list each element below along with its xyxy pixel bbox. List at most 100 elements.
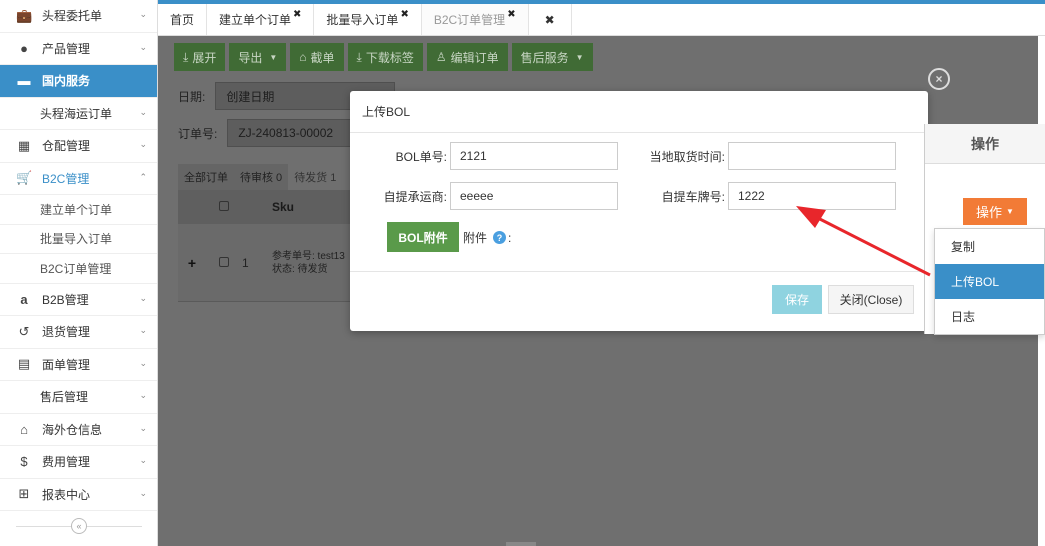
pickup-time-row: 当地取货时间: xyxy=(628,142,896,170)
dialog-title: 上传BOL xyxy=(350,91,928,133)
grid-icon: ▦ xyxy=(17,137,31,153)
carrier-input[interactable]: eeeee xyxy=(450,182,618,210)
sidebar-item-label: 面单管理 xyxy=(42,357,91,372)
tab-create-order[interactable]: 建立单个订单 ✖ xyxy=(207,4,315,35)
pickup-time-input[interactable] xyxy=(728,142,896,170)
sidebar-item-products[interactable]: ● 产品管理 ⌄ xyxy=(0,33,157,65)
plate-label: 自提车牌号: xyxy=(661,189,725,204)
briefcase-icon: 💼 xyxy=(16,7,33,23)
bol-number-label: BOL单号: xyxy=(395,149,447,164)
caret-down-icon: ▼ xyxy=(1006,207,1014,216)
sidebar-item-label: 国内服务 xyxy=(42,74,91,89)
tab-label: 批量导入订单 xyxy=(326,13,399,27)
download-label-button[interactable]: ⤓ 下载标签 xyxy=(347,43,423,71)
sidebar: 💼 头程委托单 ⌄ ● 产品管理 ⌄ ▬ 国内服务 头程海运订单 ⌄ ▦ 仓配管理 ⌄ 🛒 B2C… xyxy=(0,0,158,546)
operation-menu: 复制 上传BOL 日志 xyxy=(934,228,1045,335)
close-icon: ✖ xyxy=(544,12,555,27)
tab-bulk-import[interactable]: 批量导入订单 ✖ xyxy=(314,4,422,35)
attachment-colon: : xyxy=(508,230,512,245)
sidebar-subitem-create-order[interactable]: 建立单个订单 xyxy=(0,195,157,225)
row-index: 1 xyxy=(242,255,249,270)
select-all-checkbox[interactable] xyxy=(219,201,229,211)
button-label: 导出 xyxy=(238,50,263,65)
sidebar-subitem-b2c-orders[interactable]: B2C订单管理 xyxy=(0,254,157,284)
sidebar-item-warehouse[interactable]: ▦ 仓配管理 ⌄ xyxy=(0,130,157,163)
sidebar-item-label: 费用管理 xyxy=(42,455,91,470)
tab-pending-review[interactable]: 待审核 0 xyxy=(234,164,288,190)
dialog-footer-divider xyxy=(350,271,928,272)
button-label: 下载标签 xyxy=(365,50,414,65)
menu-item-upload-bol[interactable]: 上传BOL xyxy=(935,264,1044,299)
status-tabs: 全部订单 待审核 0 待发货 1 xyxy=(178,164,343,190)
tab-home[interactable]: 首页 xyxy=(158,4,208,35)
folder-icon: ▬ xyxy=(17,73,31,89)
caret-down-icon: ▼ xyxy=(575,52,584,62)
sidebar-item-label: 海外仓信息 xyxy=(42,422,103,437)
sidebar-item-overseas[interactable]: ⌂ 海外仓信息 ⌄ xyxy=(0,414,157,446)
tab-bar: 首页 建立单个订单 ✖ 批量导入订单 ✖ B2C订单管理 ✖ ✖ xyxy=(158,4,1045,36)
menu-item-log[interactable]: 日志 xyxy=(935,299,1044,334)
edit-order-button[interactable]: ♙ 编辑订单 xyxy=(426,43,508,71)
order-label: 订单号: xyxy=(178,126,218,141)
tab-all-orders[interactable]: 全部订单 xyxy=(178,164,234,190)
sidebar-item-returns[interactable]: ↺ 退货管理 ⌄ xyxy=(0,316,157,349)
button-label: 展开 xyxy=(192,50,217,65)
caret-down-icon: ▼ xyxy=(269,52,278,62)
help-icon[interactable]: ? xyxy=(493,231,507,244)
row-checkbox[interactable] xyxy=(219,256,229,267)
close-icon[interactable]: ✖ xyxy=(293,9,301,20)
carrier-label: 自提承运商: xyxy=(383,189,447,204)
expand-row-icon[interactable]: + xyxy=(178,255,206,271)
sidebar-item-label: B2B管理 xyxy=(42,292,89,307)
plate-input[interactable]: 1222 xyxy=(728,182,896,210)
sidebar-item-label: 头程委托单 xyxy=(42,9,103,24)
sidebar-item-sea-orders[interactable]: 头程海运订单 ⌄ xyxy=(0,98,157,130)
operation-dropdown-button[interactable]: 操作 ▼ xyxy=(963,198,1027,225)
expand-button[interactable]: ⤓ 展开 xyxy=(174,43,226,71)
chevron-down-icon: ⌄ xyxy=(139,106,147,117)
undo-icon: ↺ xyxy=(18,323,30,339)
sidebar-collapse[interactable]: « xyxy=(0,512,158,540)
attachment-label: 附件 xyxy=(463,231,488,245)
sidebar-item-label: 退货管理 xyxy=(42,325,91,340)
close-icon[interactable]: ✖ xyxy=(507,9,515,20)
export-button[interactable]: 导出 ▼ xyxy=(229,43,287,71)
save-button[interactable]: 保存 xyxy=(772,285,822,314)
sidebar-item-label: 售后管理 xyxy=(40,390,89,405)
after-sales-button[interactable]: 售后服务 ▼ xyxy=(511,43,593,71)
close-all-tabs-button[interactable]: ✖ xyxy=(529,4,572,35)
sidebar-item-reports[interactable]: ⊞ 报表中心 ⌄ xyxy=(0,479,157,511)
tab-label: 建立单个订单 xyxy=(219,13,292,27)
sidebar-item-after-sales[interactable]: 售后管理 ⌄ xyxy=(0,381,157,414)
intercept-button[interactable]: ⌂ 截单 xyxy=(290,43,344,71)
sidebar-item-label: 建立单个订单 xyxy=(40,202,113,217)
row-reference: 参考单号: test13 xyxy=(272,250,345,262)
sidebar-item-domestic-service[interactable]: ▬ 国内服务 xyxy=(0,65,157,98)
sidebar-item-fees[interactable]: $ 费用管理 ⌄ xyxy=(0,446,157,479)
tab-pending-ship[interactable]: 待发货 1 xyxy=(288,164,343,190)
sidebar-subitem-bulk-import[interactable]: 批量导入订单 xyxy=(0,225,157,254)
chevron-down-icon: ⌄ xyxy=(139,41,147,52)
sidebar-item-label: 头程海运订单 xyxy=(40,106,113,121)
sidebar-item-label: 批量导入订单 xyxy=(40,232,113,247)
chevron-down-icon: ⌄ xyxy=(139,292,147,303)
sidebar-item-first-leg-orders[interactable]: 💼 头程委托单 ⌄ xyxy=(0,0,157,33)
menu-item-copy[interactable]: 复制 xyxy=(935,229,1044,264)
sidebar-item-b2c[interactable]: 🛒 B2C管理 ⌃ xyxy=(0,163,157,195)
date-label: 日期: xyxy=(178,89,206,104)
overlay-close-button[interactable]: × xyxy=(928,68,950,90)
chevron-down-icon: ⌄ xyxy=(139,325,147,335)
collapse-icon[interactable]: « xyxy=(71,518,87,534)
sidebar-item-labels[interactable]: ▤ 面单管理 ⌄ xyxy=(0,349,157,381)
close-icon[interactable]: ✖ xyxy=(400,9,408,20)
bol-number-input[interactable]: 2121 xyxy=(450,142,618,170)
bol-attachment-button[interactable]: BOL附件 xyxy=(387,222,459,252)
resize-handle[interactable] xyxy=(506,542,536,546)
tab-label: 首页 xyxy=(170,13,195,27)
chevron-down-icon: ⌄ xyxy=(139,139,147,149)
close-button[interactable]: 关闭(Close) xyxy=(828,285,914,314)
sidebar-item-label: B2C订单管理 xyxy=(40,261,112,276)
tab-b2c-orders[interactable]: B2C订单管理 ✖ xyxy=(421,4,529,35)
operation-header: 操作 xyxy=(925,124,1045,164)
sidebar-item-b2b[interactable]: a B2B管理 ⌄ xyxy=(0,284,157,316)
